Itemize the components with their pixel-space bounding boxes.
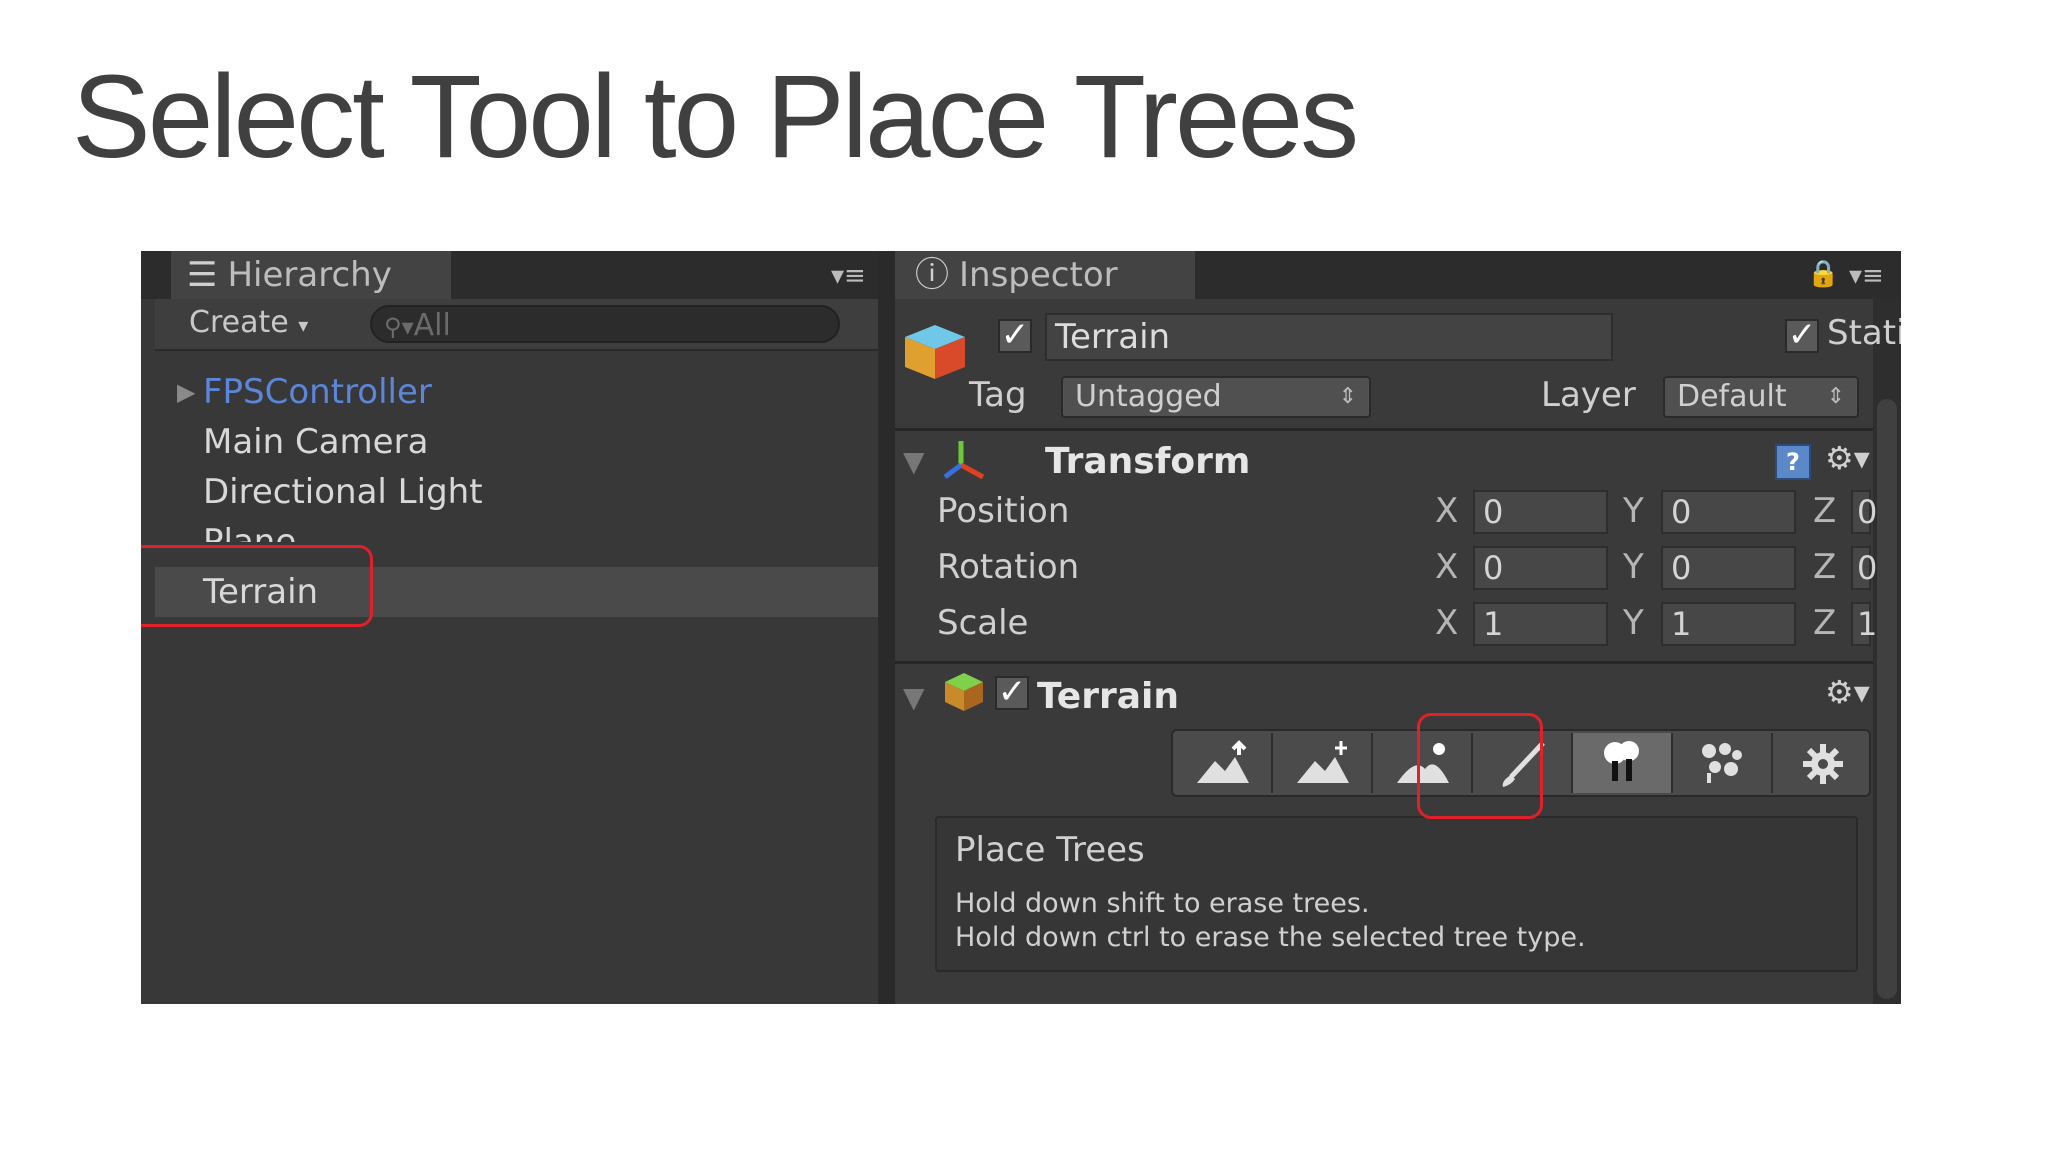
raise-lower-terrain-button[interactable] xyxy=(1173,733,1273,793)
static-checkbox[interactable]: ✓ xyxy=(1785,318,1819,353)
panel-divider[interactable] xyxy=(878,251,895,1004)
expand-arrow-icon[interactable]: ▶ xyxy=(177,367,195,417)
updown-arrows-icon: ⇕ xyxy=(1826,384,1845,409)
axis-x-label[interactable]: X xyxy=(1435,603,1458,643)
inspector-tab-label: Inspector xyxy=(959,255,1118,295)
axis-x-label[interactable]: X xyxy=(1435,547,1458,587)
position-z-field[interactable]: 0 xyxy=(1851,490,1877,534)
place-trees-highlight xyxy=(1417,713,1543,819)
paint-height-icon xyxy=(1297,741,1349,783)
gameobject-cube-icon xyxy=(905,325,965,379)
hierarchy-item-label: Directional Light xyxy=(203,472,483,512)
terrain-component-icon xyxy=(945,673,983,711)
tag-value: Untagged xyxy=(1075,379,1222,414)
chevron-down-icon: ▾ xyxy=(298,313,309,337)
transform-title: Transform xyxy=(1045,441,1251,482)
rotation-x-field[interactable]: 0 xyxy=(1473,546,1608,590)
search-placeholder: All xyxy=(413,308,451,343)
hierarchy-toolbar: Create ▾ ⚲▾All xyxy=(155,299,878,351)
hierarchy-item-directional-light[interactable]: Directional Light xyxy=(155,467,878,517)
rotation-z-field[interactable]: 0 xyxy=(1851,546,1877,590)
paint-height-button[interactable] xyxy=(1273,733,1373,793)
separator xyxy=(895,661,1873,664)
create-dropdown[interactable]: Create ▾ xyxy=(189,305,308,340)
separator xyxy=(895,428,1873,431)
tag-label: Tag xyxy=(969,375,1027,415)
search-icon: ⚲▾ xyxy=(384,313,414,341)
axis-y-label[interactable]: Y xyxy=(1623,603,1644,643)
unity-editor-screenshot: ☰ Hierarchy ▾≡ Create ▾ ⚲▾All ▶ FPSContro… xyxy=(141,251,1901,1004)
terrain-item-highlight xyxy=(141,545,373,627)
axis-y-label[interactable]: Y xyxy=(1623,547,1644,587)
panel-menu-icon[interactable]: ▾≡ xyxy=(831,261,866,291)
info-icon: ⓘ xyxy=(915,255,949,295)
hierarchy-panel: ☰ Hierarchy ▾≡ Create ▾ ⚲▾All ▶ FPSContro… xyxy=(141,251,878,1004)
position-x-field[interactable]: 0 xyxy=(1473,490,1608,534)
scroll-thumb[interactable] xyxy=(1877,399,1897,999)
axis-x-label[interactable]: X xyxy=(1435,491,1458,531)
panel-menu-icon[interactable]: ▾≡ xyxy=(1849,261,1884,291)
list-icon: ☰ xyxy=(187,255,218,295)
place-trees-icon xyxy=(1604,741,1639,781)
search-input[interactable]: ⚲▾All xyxy=(370,305,840,343)
tool-help-box: Place Trees Hold down shift to erase tre… xyxy=(935,816,1858,972)
hierarchy-item-main-camera[interactable]: Main Camera xyxy=(155,417,878,467)
gear-icon[interactable]: ⚙▾ xyxy=(1825,673,1870,711)
terrain-settings-button[interactable] xyxy=(1773,733,1873,793)
inspector-scrollbar[interactable] xyxy=(1873,299,1901,1004)
scale-label: Scale xyxy=(937,603,1029,643)
raise-lower-terrain-icon xyxy=(1197,740,1249,783)
hierarchy-item-fpscontroller[interactable]: ▶ FPSController xyxy=(155,367,878,417)
updown-arrows-icon: ⇕ xyxy=(1338,384,1357,409)
hierarchy-item-label: FPSController xyxy=(203,372,432,412)
hierarchy-tab-label: Hierarchy xyxy=(227,255,392,295)
hierarchy-tab[interactable]: ☰ Hierarchy xyxy=(171,251,451,299)
tool-help-line-2: Hold down ctrl to erase the selected tre… xyxy=(955,922,1586,953)
layer-label: Layer xyxy=(1541,375,1636,415)
rotation-y-field[interactable]: 0 xyxy=(1661,546,1796,590)
slide-title: Select Tool to Place Trees xyxy=(72,51,1359,183)
place-trees-button[interactable] xyxy=(1573,733,1673,793)
position-y-field[interactable]: 0 xyxy=(1661,490,1796,534)
hierarchy-item-label: Main Camera xyxy=(203,422,429,462)
object-name-field[interactable]: Terrain xyxy=(1045,313,1613,361)
axis-z-label[interactable]: Z xyxy=(1813,603,1836,643)
scale-y-field[interactable]: 1 xyxy=(1661,602,1796,646)
rotation-label: Rotation xyxy=(937,547,1080,587)
tool-help-title: Place Trees xyxy=(955,830,1145,870)
active-checkbox[interactable]: ✓ xyxy=(998,318,1032,353)
inspector-tab[interactable]: ⓘ Inspector xyxy=(895,251,1195,299)
layer-value: Default xyxy=(1677,379,1787,414)
create-label: Create xyxy=(189,305,289,340)
inspector-panel: ⓘInspector 🔒 ▾≡ ✓ Terrain ✓ Static ▼ Tag… xyxy=(895,251,1901,1004)
layer-dropdown[interactable]: Default ⇕ xyxy=(1663,376,1859,418)
lock-icon[interactable]: 🔒 xyxy=(1807,259,1839,289)
paint-details-button[interactable] xyxy=(1673,733,1773,793)
help-book-icon[interactable]: ? xyxy=(1775,444,1811,480)
axis-z-label[interactable]: Z xyxy=(1813,547,1836,587)
axis-z-label[interactable]: Z xyxy=(1813,491,1836,531)
terrain-component-title: Terrain xyxy=(1037,676,1179,717)
static-label: Static xyxy=(1827,313,1901,353)
position-label: Position xyxy=(937,491,1070,531)
gear-icon[interactable]: ⚙▾ xyxy=(1825,439,1870,477)
foldout-arrow-icon[interactable]: ▼ xyxy=(903,445,925,478)
scale-z-field[interactable]: 1 xyxy=(1851,602,1877,646)
tag-dropdown[interactable]: Untagged ⇕ xyxy=(1061,376,1371,418)
axis-y-label[interactable]: Y xyxy=(1623,491,1644,531)
transform-axes-icon xyxy=(943,441,985,480)
tool-help-line-1: Hold down shift to erase trees. xyxy=(955,888,1370,919)
paint-details-icon xyxy=(1702,743,1742,783)
scale-x-field[interactable]: 1 xyxy=(1473,602,1608,646)
foldout-arrow-icon[interactable]: ▼ xyxy=(903,681,925,714)
terrain-enabled-checkbox[interactable]: ✓ xyxy=(995,675,1029,710)
terrain-settings-icon xyxy=(1803,744,1843,784)
